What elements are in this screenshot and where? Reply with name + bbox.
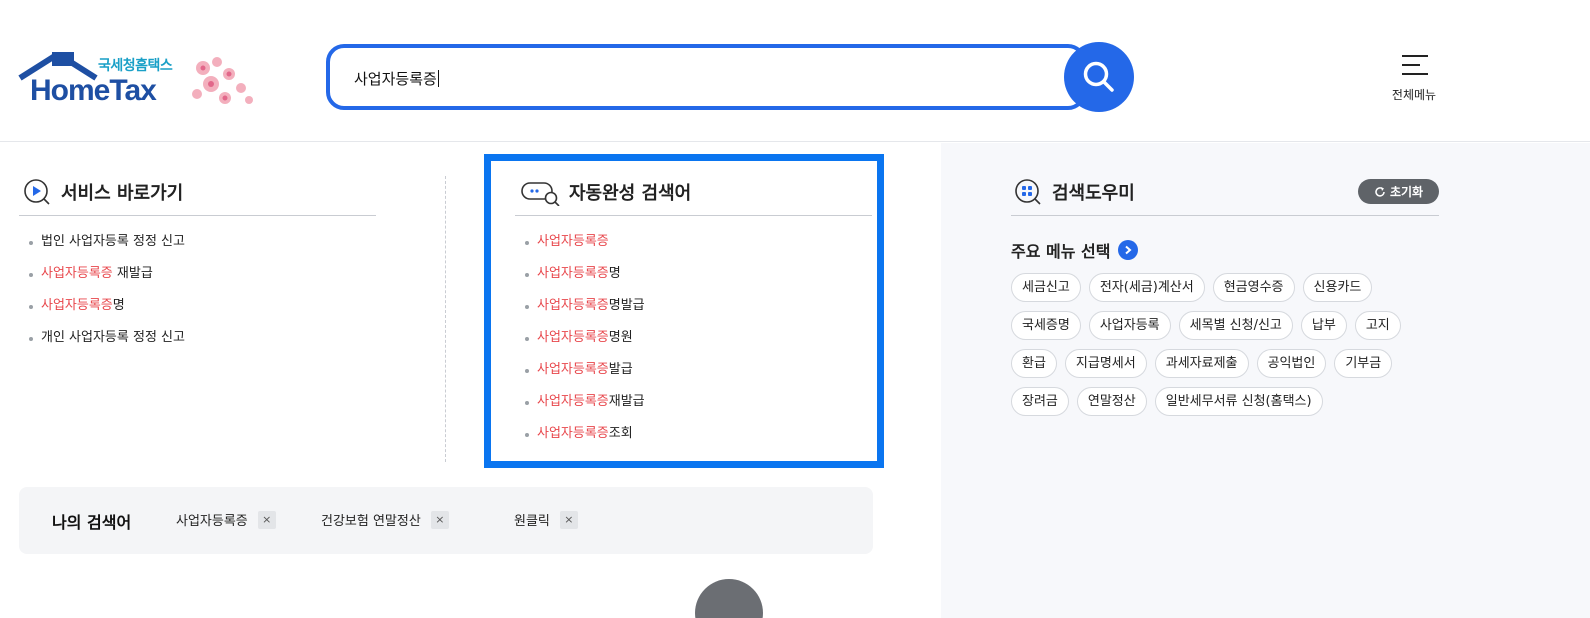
header: 국세청홈택스 HomeTax 사업자등록증 전체메뉴 [0, 0, 1590, 142]
menu-chip[interactable]: 공익법인 [1256, 349, 1327, 378]
text-caret [437, 70, 439, 87]
autocomplete-item[interactable]: 사업자등록증명 [515, 258, 865, 290]
autocomplete-item[interactable]: 사업자등록증조회 [515, 418, 865, 450]
menu-chip[interactable]: 현금영수증 [1212, 273, 1295, 302]
close-icon[interactable]: × [559, 510, 578, 529]
autocomplete-search-icon [521, 182, 560, 206]
recent-search-item[interactable]: 건강보험 연말정산 × [321, 510, 449, 529]
my-search-terms: 나의 검색어 사업자등록증 × 건강보험 연말정산 × 원클릭 × [19, 487, 873, 554]
menu-chip[interactable]: 환급 [1011, 349, 1057, 378]
quick-links-title: 서비스 바로가기 [61, 183, 184, 204]
quick-links-divider [19, 215, 376, 216]
autocomplete-list: 사업자등록증 사업자등록증명 사업자등록증명발급 사업자등록증명원 사업자등록증… [515, 226, 865, 450]
search-helper-divider [1011, 215, 1439, 216]
quick-link-item[interactable]: 개인 사업자등록 정정 신고 [19, 322, 379, 354]
chip-row: 국세증명 사업자등록 세목별 신청/신고 납부 고지 [1011, 311, 1451, 340]
menu-chip[interactable]: 전자(세금)계산서 [1088, 273, 1205, 302]
quick-links-list: 법인 사업자등록 정정 신고 사업자등록증 재발급 사업자등록증명 개인 사업자… [19, 226, 379, 354]
menu-chip[interactable]: 국세증명 [1011, 311, 1081, 340]
close-icon[interactable]: × [430, 510, 449, 529]
autocomplete-title: 자동완성 검색어 [569, 183, 692, 204]
quick-links-heading: 서비스 바로가기 [23, 178, 183, 206]
page: 국세청홈택스 HomeTax 사업자등록증 전체메뉴 서비스 바로가기 법인 사… [0, 0, 1590, 618]
quick-link-item[interactable]: 사업자등록증 재발급 [19, 258, 379, 290]
menu-chip[interactable]: 과세자료제출 [1154, 349, 1249, 378]
recent-search-term: 원클릭 [514, 514, 550, 529]
menu-chip[interactable]: 연말정산 [1076, 387, 1147, 416]
logo-title: HomeTax [30, 74, 157, 107]
menu-select[interactable]: 주요 메뉴 선택 [1011, 238, 1139, 262]
menu-chip-group: 세금신고 전자(세금)계산서 현금영수증 신용카드 국세증명 사업자등록 세목별… [1011, 273, 1451, 425]
all-menu-label: 전체메뉴 [1391, 88, 1437, 102]
quick-link-item[interactable]: 사업자등록증명 [19, 290, 379, 322]
search-icon [1083, 61, 1114, 92]
my-search-title: 나의 검색어 [52, 513, 132, 532]
recent-search-item[interactable]: 원클릭 × [514, 510, 578, 529]
refresh-icon [1375, 186, 1385, 197]
autocomplete-item[interactable]: 사업자등록증명발급 [515, 290, 865, 322]
autocomplete-item[interactable]: 사업자등록증재발급 [515, 386, 865, 418]
play-circle-icon [24, 179, 50, 205]
chip-row: 환급 지급명세서 과세자료제출 공익법인 기부금 [1011, 349, 1451, 378]
column-divider [445, 176, 446, 462]
search-helper-heading: 검색도우미 [1014, 178, 1135, 206]
chevron-right-icon [1118, 240, 1139, 260]
chip-row: 세금신고 전자(세금)계산서 현금영수증 신용카드 [1011, 273, 1451, 302]
menu-chip[interactable]: 납부 [1300, 311, 1347, 340]
logo-subtitle: 국세청홈택스 [98, 58, 173, 74]
menu-select-label: 주요 메뉴 선택 [1011, 242, 1111, 261]
close-icon[interactable]: × [257, 510, 276, 529]
menu-chip[interactable]: 세목별 신청/신고 [1178, 311, 1293, 340]
recent-search-term: 사업자등록증 [176, 514, 248, 529]
autocomplete-divider [515, 215, 872, 216]
menu-chip[interactable]: 고지 [1354, 311, 1401, 340]
recent-search-term: 건강보험 연말정산 [321, 514, 421, 529]
menu-chip[interactable]: 기부금 [1334, 349, 1393, 378]
menu-chip[interactable]: 세금신고 [1011, 273, 1081, 302]
autocomplete-item[interactable]: 사업자등록증발급 [515, 354, 865, 386]
autocomplete-item[interactable]: 사업자등록증 [515, 226, 865, 258]
menu-chip[interactable]: 일반세무서류 신청(홈택스) [1154, 387, 1323, 416]
hometax-logo[interactable]: 국세청홈택스 HomeTax [18, 52, 263, 114]
reset-label: 초기화 [1389, 185, 1424, 199]
search-input[interactable]: 사업자등록증 [326, 44, 1086, 110]
recent-search-item[interactable]: 사업자등록증 × [176, 510, 276, 529]
close-panel-button[interactable] [695, 579, 763, 618]
quick-link-item[interactable]: 법인 사업자등록 정정 신고 [19, 226, 379, 258]
search-input-value: 사업자등록증 [354, 70, 437, 88]
menu-chip[interactable]: 지급명세서 [1064, 349, 1147, 378]
menu-chip[interactable]: 사업자등록 [1088, 311, 1171, 340]
reset-button[interactable]: 초기화 [1358, 179, 1439, 204]
hamburger-icon [1402, 55, 1428, 75]
search-helper-title: 검색도우미 [1052, 183, 1135, 204]
grid-circle-icon [1015, 179, 1041, 205]
chip-row: 장려금 연말정산 일반세무서류 신청(홈택스) [1011, 387, 1451, 416]
search-button[interactable] [1064, 42, 1134, 112]
blossom-icon [192, 57, 253, 104]
autocomplete-heading: 자동완성 검색어 [521, 178, 691, 206]
all-menu-button[interactable]: 전체메뉴 [1384, 52, 1444, 104]
menu-chip[interactable]: 장려금 [1011, 387, 1069, 416]
menu-chip[interactable]: 신용카드 [1302, 273, 1373, 302]
autocomplete-item[interactable]: 사업자등록증명원 [515, 322, 865, 354]
